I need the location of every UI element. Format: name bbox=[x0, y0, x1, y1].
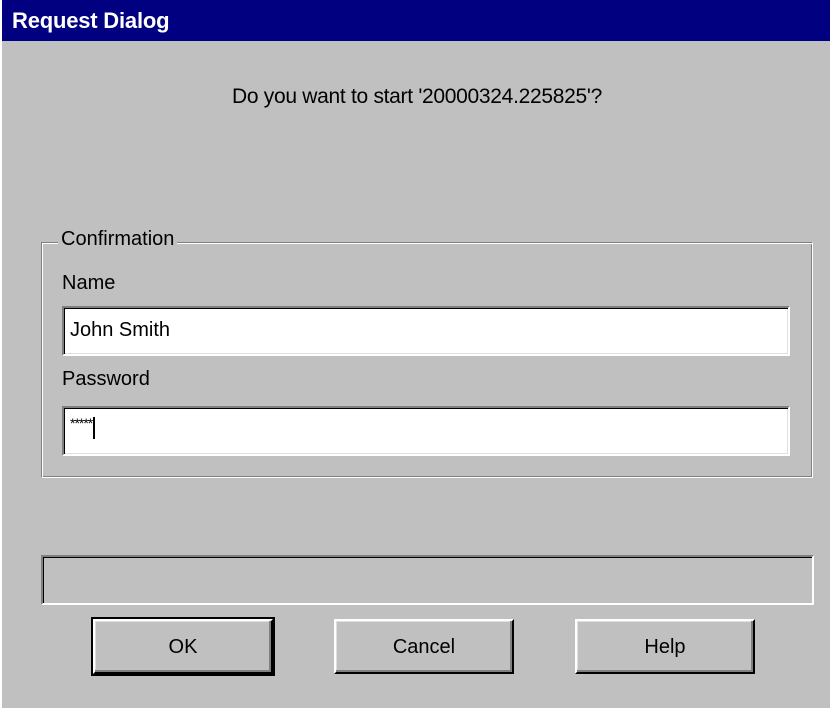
confirmation-legend: Confirmation bbox=[58, 228, 178, 251]
password-field[interactable]: ***** bbox=[62, 406, 790, 456]
password-label: Password bbox=[62, 368, 150, 390]
help-button[interactable]: Help bbox=[575, 619, 755, 674]
name-field[interactable]: John Smith bbox=[62, 306, 790, 356]
status-bar bbox=[41, 555, 814, 605]
start-question: Do you want to start '20000324.225825'? bbox=[232, 85, 602, 108]
name-field-value: John Smith bbox=[70, 319, 171, 341]
request-dialog: Request Dialog Do you want to start '200… bbox=[0, 0, 830, 708]
text-caret bbox=[93, 416, 96, 439]
password-mask: ***** bbox=[70, 415, 93, 431]
cancel-button[interactable]: Cancel bbox=[334, 619, 514, 674]
title-bar[interactable]: Request Dialog bbox=[2, 0, 830, 41]
name-label: Name bbox=[62, 272, 116, 294]
dialog-title: Request Dialog bbox=[12, 8, 170, 33]
ok-button[interactable]: OK bbox=[91, 617, 275, 676]
